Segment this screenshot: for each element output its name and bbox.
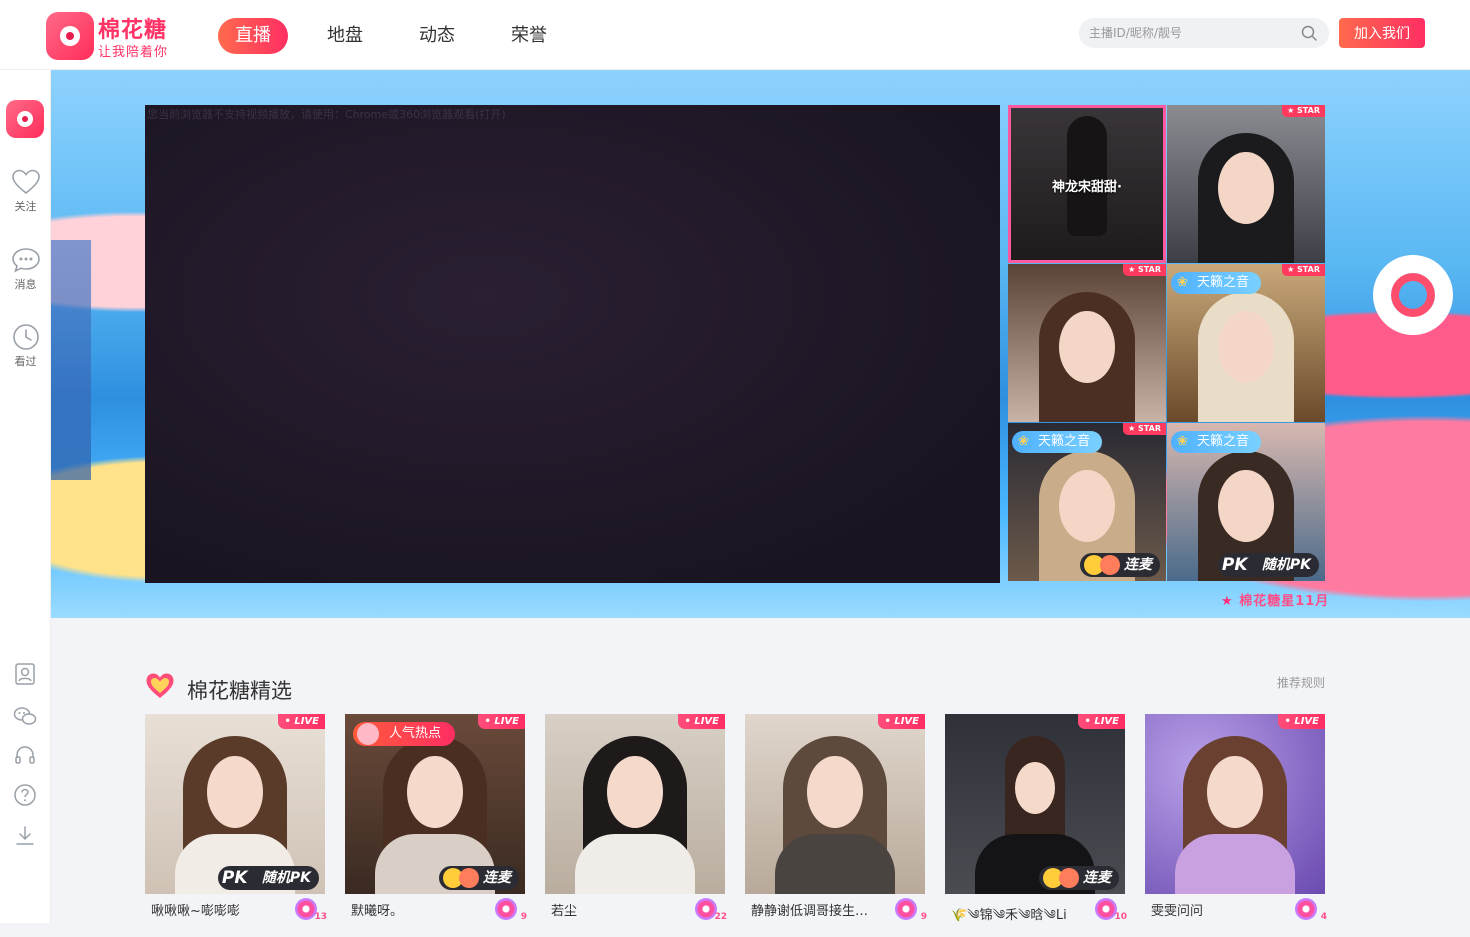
section-header: 棉花糖精选 推荐规则 [145, 672, 1325, 703]
player-unsupported-tip: 您当前浏览器不支持视频播放，请使用：Chrome或360浏览器观看(打开) [147, 108, 506, 121]
left-sidebar: 关注 消息 看过 [0, 70, 51, 923]
streamer-card[interactable]: • LIVE 人气热点 连麦 默曦呀。 9 [345, 714, 527, 923]
streamer-cover: • LIVE 人气热点 连麦 [345, 714, 525, 894]
profile-icon[interactable] [13, 662, 37, 686]
hot-badge: 人气热点 [353, 722, 456, 746]
live-badge: • LIVE [878, 714, 925, 729]
heart-gem-icon [146, 673, 174, 698]
live-badge: • LIVE [278, 714, 325, 729]
level-badge: 22 [695, 898, 727, 922]
headset-icon[interactable] [13, 744, 37, 768]
star-badge: ★ STAR [1123, 423, 1166, 435]
sky-voice-tag: 天籁之音 [1171, 431, 1262, 453]
streamer-name: 啾啾啾~嘭嘭嘭 [151, 904, 240, 919]
level-badge: 10 [1095, 898, 1127, 922]
featured-card-list: • LIVE PK 随机PK 啾啾啾~嘭嘭嘭 13 • LIVE 人气热点 连麦 … [145, 714, 1327, 923]
recommend-rules-link[interactable]: 推荐规则 [1277, 674, 1325, 691]
streamer-name: 🌾༄锦༄禾༄晗༄Li [951, 908, 1067, 923]
sidebar-item-messages[interactable]: 消息 [0, 246, 51, 292]
featured-thumb[interactable]: ★ STAR [1167, 105, 1325, 263]
heart-icon [11, 169, 40, 195]
streamer-name: 若尘 [551, 904, 578, 919]
main-nav: 直播 地盘 动态 荣誉 [218, 18, 564, 54]
sky-voice-tag: 天籁之音 [1171, 272, 1262, 294]
streamer-card[interactable]: • LIVE 连麦 🌾༄锦༄禾༄晗༄Li 10 [945, 714, 1127, 923]
nav-item-live[interactable]: 直播 [218, 18, 288, 54]
featured-streamer-grid: 神龙宋甜甜· ★ STAR ★ STAR ★ STAR 天籁之音 ★ STAR … [1008, 105, 1326, 582]
streamer-name: 静静谢低调哥接生… [751, 904, 869, 919]
random-pk-badge: PK 随机PK [1217, 553, 1319, 577]
streamer-cover: • LIVE [745, 714, 925, 894]
star-badge: ★ STAR [1123, 264, 1166, 276]
level-badge: 9 [495, 898, 527, 922]
banner-decoration [51, 240, 91, 480]
video-player[interactable]: 您当前浏览器不支持视频播放，请使用：Chrome或360浏览器观看(打开) [145, 105, 1000, 583]
join-us-button[interactable]: 加入我们 [1339, 18, 1425, 48]
streamer-name: 雯雯问问 [1151, 904, 1204, 919]
top-header: 棉花糖 让我陪着你 直播 地盘 动态 荣誉 加入我们 [0, 0, 1470, 70]
search-box [1079, 18, 1329, 48]
sidebar-item-label: 关注 [14, 200, 37, 213]
sidebar-item-history[interactable]: 看过 [0, 323, 51, 369]
streamer-cover: • LIVE [545, 714, 725, 894]
nav-item-honors[interactable]: 荣誉 [494, 18, 564, 54]
streamer-cover: • LIVE PK 随机PK [145, 714, 325, 894]
streamer-card[interactable]: • LIVE 静静谢低调哥接生… 9 [745, 714, 927, 923]
search-input[interactable] [1089, 18, 1289, 48]
streamer-card[interactable]: • LIVE 雯雯问问 4 [1145, 714, 1327, 923]
featured-thumb[interactable]: ★ STAR [1008, 264, 1166, 422]
live-badge: • LIVE [1278, 714, 1325, 729]
level-badge: 13 [295, 898, 327, 922]
sidebar-item-follow[interactable]: 关注 [0, 168, 51, 214]
brand-slogan: 让我陪着你 [98, 45, 169, 60]
lianmai-badge: 连麦 [1080, 553, 1160, 577]
nav-item-moments[interactable]: 动态 [402, 18, 472, 54]
nav-item-territory[interactable]: 地盘 [310, 18, 380, 54]
download-icon[interactable] [13, 824, 37, 848]
lianmai-badge: 连麦 [439, 866, 519, 890]
streamer-name: 默曦呀。 [351, 904, 404, 919]
featured-thumb[interactable]: ★ STAR 天籁之音 连麦 [1008, 423, 1166, 581]
section-title: 棉花糖精选 [187, 679, 292, 703]
sidebar-item-label: 消息 [14, 278, 37, 291]
streamer-cover: • LIVE 连麦 [945, 714, 1125, 894]
search-icon[interactable] [1301, 25, 1317, 41]
featured-thumb[interactable]: ★ STAR 天籁之音 [1167, 264, 1325, 422]
hero-banner: 您当前浏览器不支持视频播放，请使用：Chrome或360浏览器观看(打开) 神龙… [51, 70, 1470, 618]
featured-streamer-name: 神龙宋甜甜· [1052, 180, 1122, 195]
streamer-card[interactable]: • LIVE PK 随机PK 啾啾啾~嘭嘭嘭 13 [145, 714, 327, 923]
lianmai-badge: 连麦 [1039, 866, 1119, 890]
chat-icon [11, 248, 40, 273]
sidebar-item-label: 看过 [14, 355, 37, 368]
brand-logo[interactable]: 棉花糖 让我陪着你 [46, 12, 176, 60]
random-pk-badge: PK 随机PK [217, 866, 319, 890]
clock-icon [12, 324, 39, 350]
level-badge: 4 [1295, 898, 1327, 922]
featured-thumb[interactable]: 天籁之音 PK随机PK [1167, 423, 1325, 581]
live-badge: • LIVE [1078, 714, 1125, 729]
level-badge: 9 [895, 898, 927, 922]
live-badge: • LIVE [678, 714, 725, 729]
streamer-card[interactable]: • LIVE 若尘 22 [545, 714, 727, 923]
logo-mark-icon [46, 12, 94, 60]
star-badge: ★ STAR [1282, 105, 1325, 117]
sky-voice-tag: 天籁之音 [1012, 431, 1103, 453]
streamer-cover: • LIVE [1145, 714, 1325, 894]
swim-ring-decoration [1373, 255, 1453, 335]
banner-caption: ★ 棉花糖星11月 [1221, 594, 1330, 609]
live-badge: • LIVE [478, 714, 525, 729]
sidebar-logo-icon[interactable] [6, 100, 44, 138]
wechat-icon[interactable] [13, 704, 37, 728]
help-icon[interactable] [13, 783, 37, 807]
featured-thumb-selected[interactable]: 神龙宋甜甜· [1008, 105, 1166, 263]
star-badge: ★ STAR [1282, 264, 1325, 276]
brand-name: 棉花糖 [98, 18, 168, 43]
